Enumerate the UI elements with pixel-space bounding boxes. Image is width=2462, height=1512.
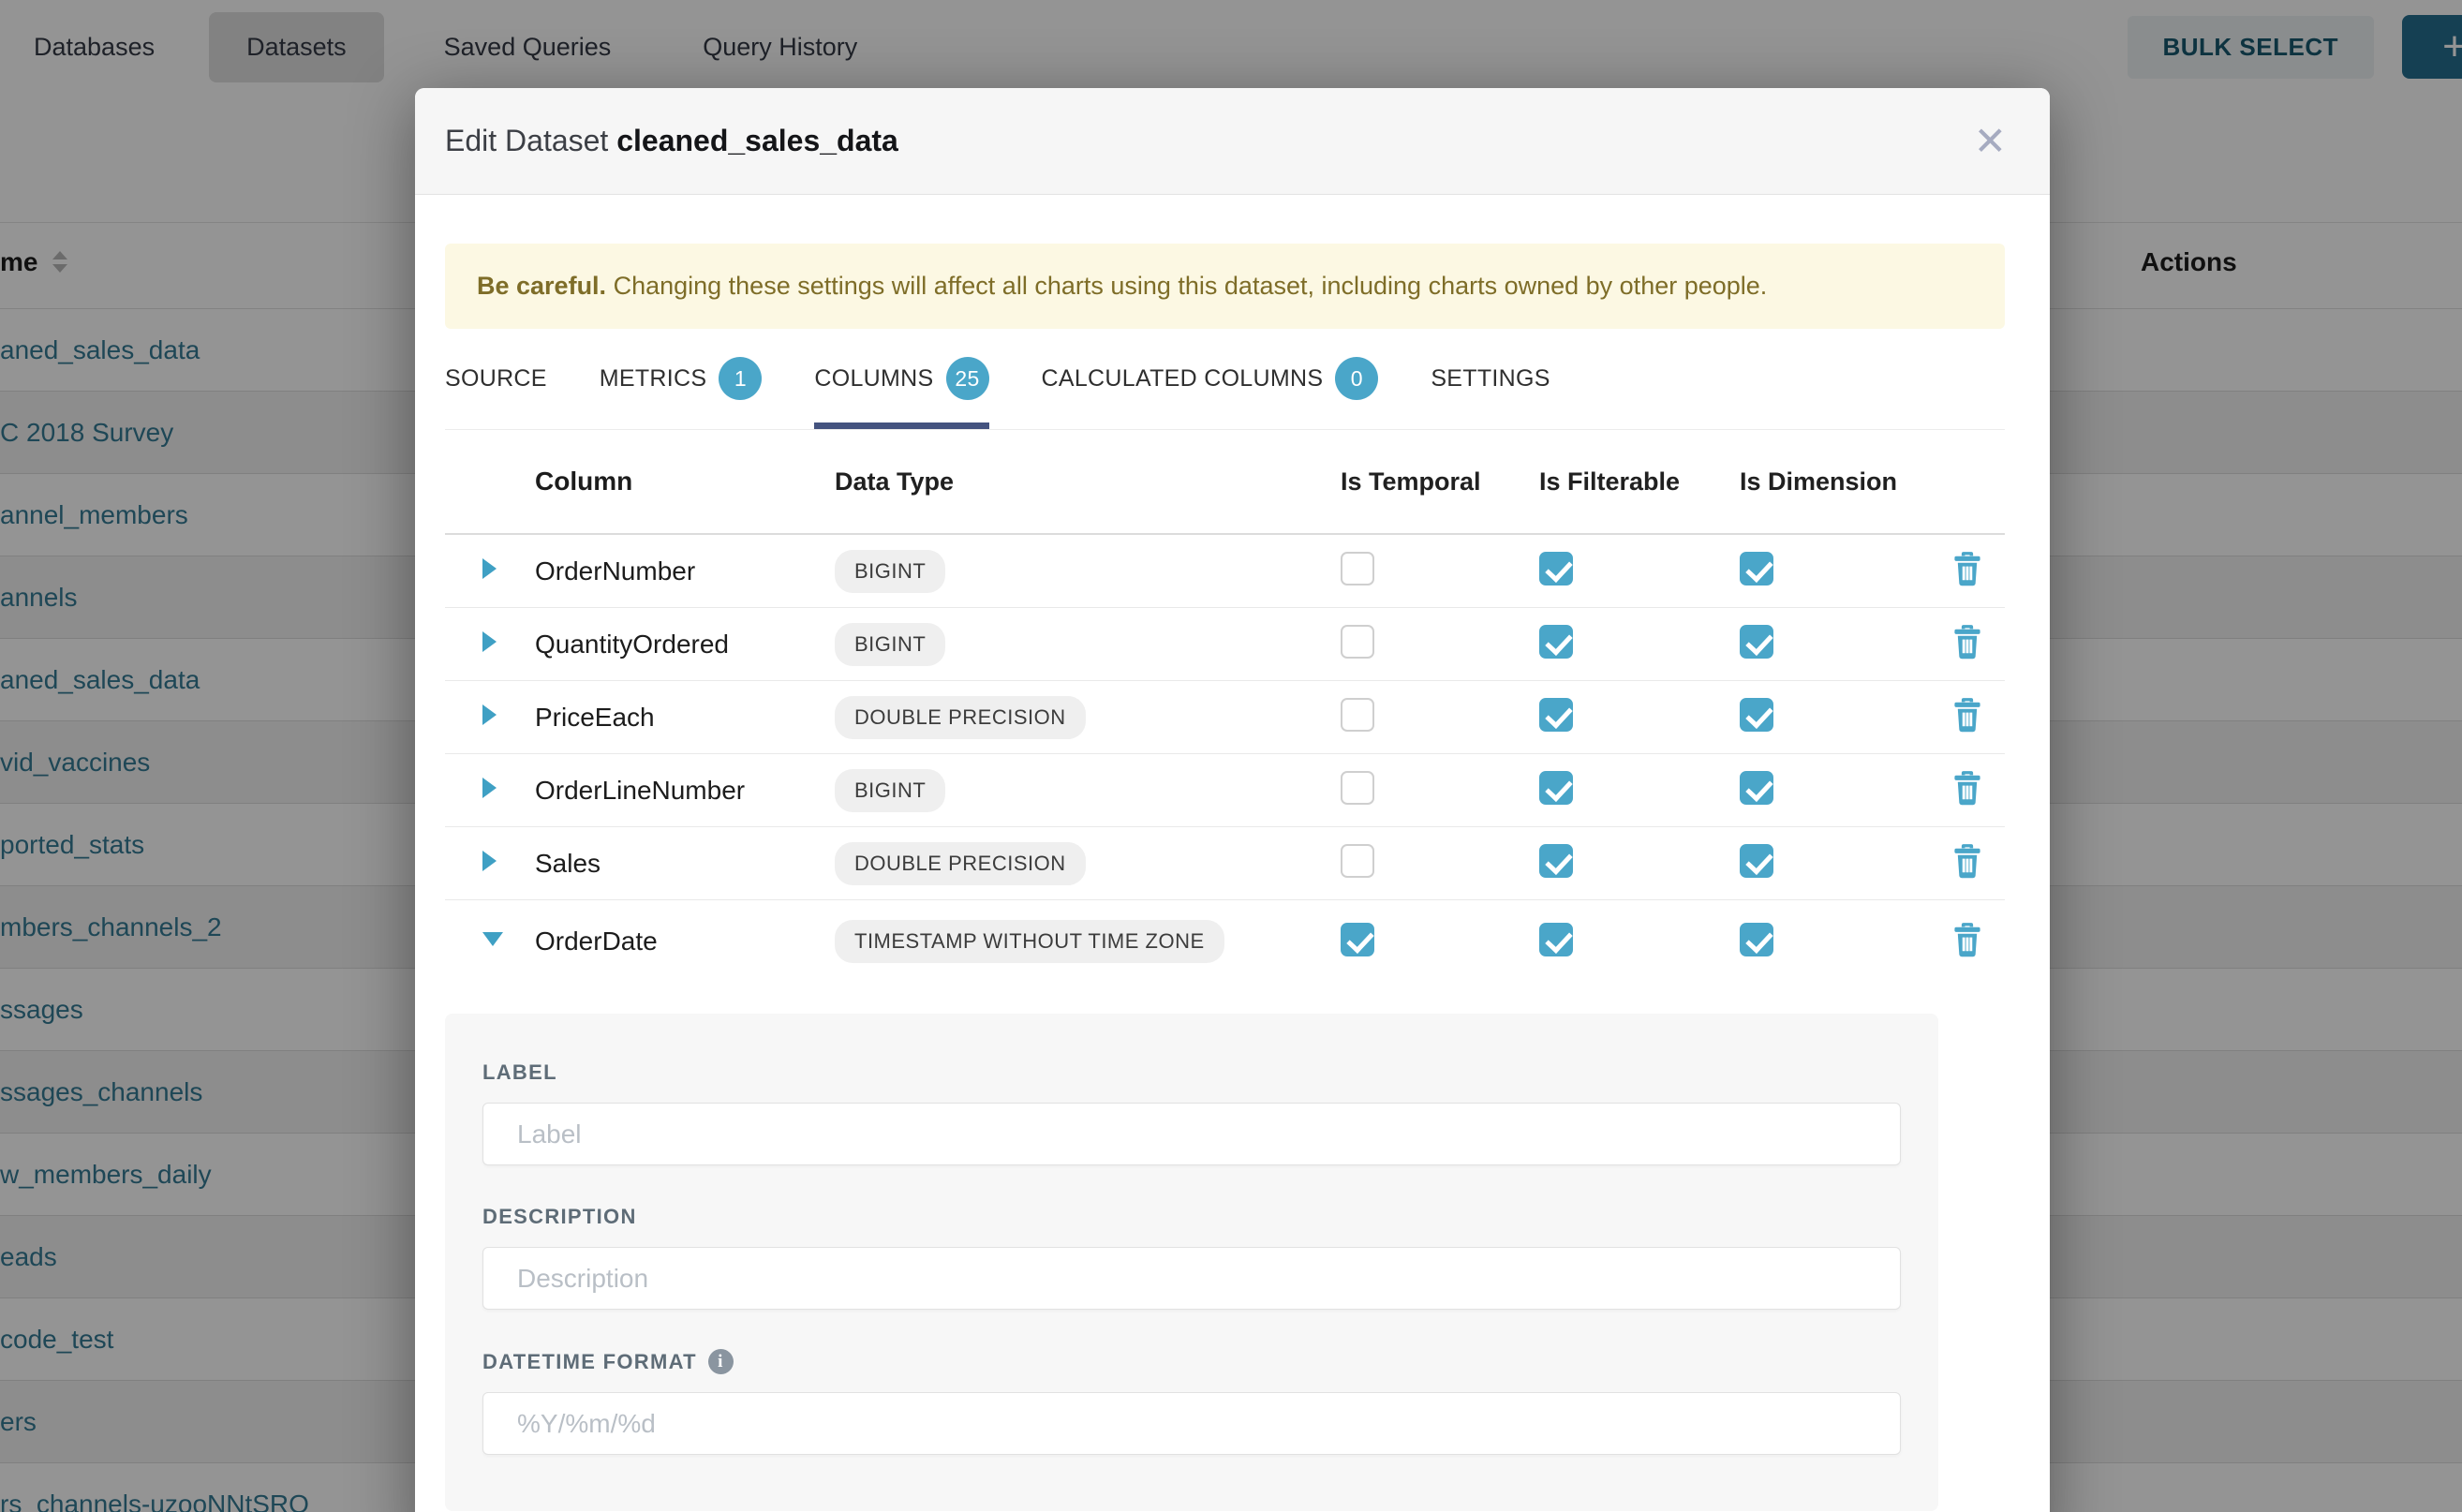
datetime-format-input[interactable] bbox=[482, 1392, 1901, 1455]
modal-title: Edit Dataset cleaned_sales_data bbox=[445, 124, 898, 158]
is-dimension-checkbox[interactable] bbox=[1740, 923, 1773, 956]
trash-icon bbox=[1951, 624, 1983, 660]
expand-caret-icon[interactable] bbox=[482, 851, 497, 871]
is-filterable-checkbox[interactable] bbox=[1539, 771, 1573, 805]
close-icon[interactable]: ✕ bbox=[1974, 122, 2007, 161]
columns-table: Column Data Type Is Temporal Is Filterab… bbox=[445, 430, 2005, 983]
table-row: QuantityOrdered BIGINT bbox=[445, 608, 2005, 681]
data-type-header: Data Type bbox=[835, 467, 1341, 497]
is-temporal-checkbox[interactable] bbox=[1341, 698, 1374, 732]
column-name: OrderLineNumber bbox=[535, 776, 835, 806]
is-temporal-checkbox[interactable] bbox=[1341, 625, 1374, 659]
is-dimension-checkbox[interactable] bbox=[1740, 625, 1773, 659]
info-icon[interactable]: i bbox=[708, 1349, 734, 1374]
column-name: Sales bbox=[535, 849, 835, 879]
data-type-pill: DOUBLE PRECISION bbox=[835, 842, 1086, 885]
delete-column-button[interactable] bbox=[1951, 624, 1983, 662]
expand-caret-icon[interactable] bbox=[482, 704, 497, 725]
is-filterable-checkbox[interactable] bbox=[1539, 698, 1573, 732]
tab-label: SOURCE bbox=[445, 365, 547, 393]
modal-title-prefix: Edit Dataset bbox=[445, 124, 608, 157]
is-filterable-checkbox[interactable] bbox=[1539, 625, 1573, 659]
trash-icon bbox=[1951, 922, 1983, 957]
metrics-count-badge: 1 bbox=[719, 357, 762, 400]
data-type-pill: TIMESTAMP WITHOUT TIME ZONE bbox=[835, 920, 1224, 963]
is-dimension-header: Is Dimension bbox=[1740, 467, 1951, 497]
description-input[interactable] bbox=[482, 1247, 1901, 1310]
is-temporal-header: Is Temporal bbox=[1341, 467, 1539, 497]
is-temporal-checkbox[interactable] bbox=[1341, 923, 1374, 956]
trash-icon bbox=[1951, 843, 1983, 879]
is-dimension-checkbox[interactable] bbox=[1740, 844, 1773, 878]
is-filterable-checkbox[interactable] bbox=[1539, 552, 1573, 586]
is-temporal-checkbox[interactable] bbox=[1341, 552, 1374, 586]
delete-column-button[interactable] bbox=[1951, 697, 1983, 735]
modal-header: Edit Dataset cleaned_sales_data ✕ bbox=[415, 88, 2050, 195]
edit-dataset-modal: Edit Dataset cleaned_sales_data ✕ Be car… bbox=[415, 88, 2050, 1512]
delete-column-button[interactable] bbox=[1951, 770, 1983, 808]
tab-source[interactable]: SOURCE bbox=[445, 357, 547, 429]
data-type-pill: BIGINT bbox=[835, 769, 945, 812]
columns-table-header: Column Data Type Is Temporal Is Filterab… bbox=[445, 430, 2005, 535]
expand-caret-icon[interactable] bbox=[482, 558, 497, 579]
modal-tabs: SOURCE METRICS 1 COLUMNS 25 CALCULATED C… bbox=[445, 357, 2005, 430]
trash-icon bbox=[1951, 697, 1983, 733]
tab-label: CALCULATED COLUMNS bbox=[1042, 365, 1324, 393]
is-filterable-checkbox[interactable] bbox=[1539, 844, 1573, 878]
collapse-caret-icon[interactable] bbox=[482, 932, 503, 946]
is-dimension-checkbox[interactable] bbox=[1740, 698, 1773, 732]
table-row-expanded: OrderDate TIMESTAMP WITHOUT TIME ZONE bbox=[445, 900, 2005, 983]
modal-body: Be careful. Changing these settings will… bbox=[415, 195, 2050, 1511]
table-row: Sales DOUBLE PRECISION bbox=[445, 827, 2005, 900]
tab-columns[interactable]: COLUMNS 25 bbox=[814, 357, 988, 429]
tab-settings[interactable]: SETTINGS bbox=[1431, 357, 1550, 429]
trash-icon bbox=[1951, 770, 1983, 806]
warning-text: Changing these settings will affect all … bbox=[606, 272, 1767, 300]
expand-caret-icon[interactable] bbox=[482, 631, 497, 652]
tab-label: SETTINGS bbox=[1431, 365, 1550, 393]
data-type-pill: BIGINT bbox=[835, 550, 945, 593]
is-filterable-header: Is Filterable bbox=[1539, 467, 1740, 497]
delete-column-button[interactable] bbox=[1951, 922, 1983, 960]
table-row: OrderNumber BIGINT bbox=[445, 535, 2005, 608]
datetime-format-field-label: DATETIME FORMAT i bbox=[482, 1349, 1901, 1374]
column-name: OrderNumber bbox=[535, 556, 835, 586]
is-temporal-checkbox[interactable] bbox=[1341, 771, 1374, 805]
modal-title-dataset-name: cleaned_sales_data bbox=[616, 124, 898, 157]
table-row: PriceEach DOUBLE PRECISION bbox=[445, 681, 2005, 754]
is-dimension-checkbox[interactable] bbox=[1740, 552, 1773, 586]
column-name: QuantityOrdered bbox=[535, 630, 835, 660]
expand-caret-icon[interactable] bbox=[482, 778, 497, 798]
label-field-label: LABEL bbox=[482, 1060, 1901, 1085]
description-field-label: DESCRIPTION bbox=[482, 1205, 1901, 1229]
delete-column-button[interactable] bbox=[1951, 551, 1983, 589]
trash-icon bbox=[1951, 551, 1983, 586]
column-detail-panel: LABEL DESCRIPTION DATETIME FORMAT i bbox=[445, 1014, 1938, 1511]
is-temporal-checkbox[interactable] bbox=[1341, 844, 1374, 878]
datetime-format-label-text: DATETIME FORMAT bbox=[482, 1350, 697, 1374]
label-input[interactable] bbox=[482, 1103, 1901, 1165]
column-name: OrderDate bbox=[535, 926, 835, 956]
column-name: PriceEach bbox=[535, 703, 835, 733]
tab-metrics[interactable]: METRICS 1 bbox=[600, 357, 763, 429]
calculated-columns-count-badge: 0 bbox=[1335, 357, 1378, 400]
screen: Databases Datasets Saved Queries Query H… bbox=[0, 0, 2462, 1512]
tab-label: COLUMNS bbox=[814, 365, 933, 393]
is-filterable-checkbox[interactable] bbox=[1539, 923, 1573, 956]
warning-banner: Be careful. Changing these settings will… bbox=[445, 244, 2005, 329]
tab-label: METRICS bbox=[600, 365, 707, 393]
tab-calculated-columns[interactable]: CALCULATED COLUMNS 0 bbox=[1042, 357, 1379, 429]
data-type-pill: BIGINT bbox=[835, 623, 945, 666]
columns-count-badge: 25 bbox=[946, 357, 989, 400]
delete-column-button[interactable] bbox=[1951, 843, 1983, 882]
data-type-pill: DOUBLE PRECISION bbox=[835, 696, 1086, 739]
column-header: Column bbox=[535, 467, 835, 497]
warning-bold-text: Be careful. bbox=[477, 272, 606, 300]
table-row: OrderLineNumber BIGINT bbox=[445, 754, 2005, 827]
is-dimension-checkbox[interactable] bbox=[1740, 771, 1773, 805]
